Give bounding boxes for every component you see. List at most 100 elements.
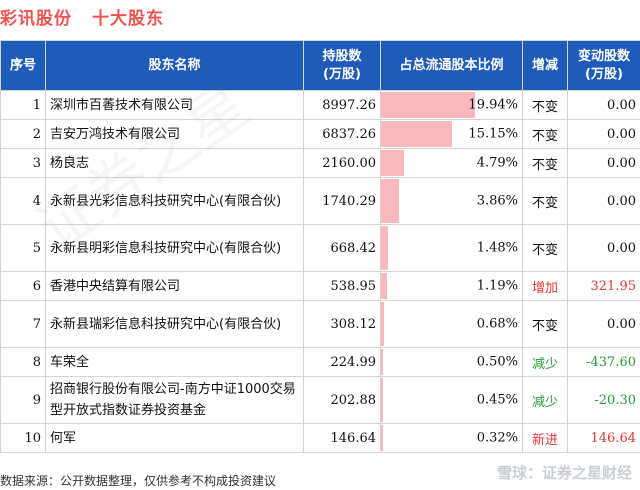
ratio-value: 0.68% [476,316,518,332]
delta-value: 321.95 [567,271,640,301]
holdings-value: 1740.29 [303,177,381,225]
row-index: 8 [0,347,46,377]
ratio-bar [381,179,400,223]
change-status: 不变 [522,148,568,178]
ratio-value: 4.79% [476,155,518,171]
change-status: 不变 [522,224,568,272]
delta-value: 0.00 [567,119,640,149]
row-index: 2 [0,119,46,149]
row-index: 10 [0,423,46,453]
shareholder-name: 杨良志 [45,148,304,178]
ratio-bar [381,349,384,375]
ratio-value: 0.45% [476,392,518,408]
title-bar: 彩讯股份 十大股东 [0,0,640,32]
ratio-cell: 0.32% [380,423,523,453]
row-index: 5 [0,224,46,272]
row-index: 7 [0,300,46,348]
change-status: 不变 [522,300,568,348]
row-index: 3 [0,148,46,178]
ratio-cell: 15.15% [380,119,523,149]
delta-value: 0.00 [567,90,640,120]
change-status: 减少 [522,376,568,424]
shareholder-name: 车荣全 [45,347,304,377]
ratio-bar [381,273,387,299]
top-shareholders-table: 序号 股东名称 持股数 (万股) 占总流通股本比例 增减 变动股数 (万股) 1 深圳… [0,40,640,453]
col-header-holdings-line1: 持股数 [322,48,362,64]
col-header-holdings: 持股数 (万股) [303,40,381,91]
ratio-bar [381,121,453,147]
ratio-cell: 0.68% [380,300,523,348]
ratio-value: 19.94% [468,97,518,113]
table-row: 3 杨良志 2160.00 4.79% 不变 0.00 [0,148,640,178]
ratio-cell: 3.86% [380,177,523,225]
holdings-value: 224.99 [303,347,381,377]
delta-value: 0.00 [567,300,640,348]
holdings-value: 202.88 [303,376,381,424]
delta-value: -20.30 [567,376,640,424]
ratio-bar [381,302,385,346]
delta-value: 146.64 [567,423,640,453]
shareholder-name: 永新县光彩信息科技研究中心(有限合伙) [45,177,304,225]
table-row: 9 招商银行股份有限公司-南方中证1000交易型开放式指数证券投资基金 202.88… [0,376,640,424]
ratio-bar [381,378,384,422]
holdings-value: 538.95 [303,271,381,301]
shareholder-name: 永新县瑞彩信息科技研究中心(有限合伙) [45,300,304,348]
shareholder-name: 吉安万鸿技术有限公司 [45,119,304,149]
shareholder-name: 深圳市百萫技术有限公司 [45,90,304,120]
delta-value: 0.00 [567,177,640,225]
change-status: 不变 [522,177,568,225]
ratio-value: 0.50% [476,354,518,370]
table-row: 6 香港中央结算有限公司 538.95 1.19% 增加 321.95 [0,271,640,301]
change-status: 减少 [522,347,568,377]
change-status: 不变 [522,90,568,120]
table-body: 1 深圳市百萫技术有限公司 8997.26 19.94% 不变 0.00 2 吉安万鸿技术有限… [0,90,640,453]
holdings-value: 668.42 [303,224,381,272]
col-header-delta-line1: 变动股数 [577,48,630,64]
ratio-cell: 0.50% [380,347,523,377]
table-row: 5 永新县明彩信息科技研究中心(有限合伙) 668.42 1.48% 不变 0.00 [0,224,640,272]
delta-value: -437.60 [567,347,640,377]
shareholder-name: 永新县明彩信息科技研究中心(有限合伙) [45,224,304,272]
col-header-delta-line2: (万股) [585,66,623,82]
holdings-value: 308.12 [303,300,381,348]
ratio-cell: 1.19% [380,271,523,301]
change-status: 新进 [522,423,568,453]
holdings-value: 8997.26 [303,90,381,120]
ratio-cell: 19.94% [380,90,523,120]
section-title: 十大股东 [92,9,164,29]
table-header-row: 序号 股东名称 持股数 (万股) 占总流通股本比例 增减 变动股数 (万股) [0,40,640,91]
col-header-holdings-line2: (万股) [323,66,361,82]
row-index: 9 [0,376,46,424]
data-source-note: 数据来源：公开数据整理，仅供参考不构成投资建议 [0,474,277,488]
delta-value: 0.00 [567,148,640,178]
ratio-bar [381,150,404,176]
change-status: 增加 [522,271,568,301]
row-index: 1 [0,90,46,120]
ratio-value: 0.32% [476,430,518,446]
row-index: 6 [0,271,46,301]
table-row: 1 深圳市百萫技术有限公司 8997.26 19.94% 不变 0.00 [0,90,640,120]
ratio-cell: 0.45% [380,376,523,424]
ratio-cell: 1.48% [380,224,523,272]
holdings-value: 6837.26 [303,119,381,149]
col-header-name: 股东名称 [45,40,304,91]
holdings-value: 2160.00 [303,148,381,178]
table-row: 4 永新县光彩信息科技研究中心(有限合伙) 1740.29 3.86% 不变 0.00 [0,177,640,225]
ratio-value: 15.15% [468,126,518,142]
table-row: 7 永新县瑞彩信息科技研究中心(有限合伙) 308.12 0.68% 不变 0.00 [0,300,640,348]
table-row: 8 车荣全 224.99 0.50% 减少 -437.60 [0,347,640,377]
ratio-value: 1.19% [476,278,518,294]
ratio-value: 3.86% [476,193,518,209]
ratio-cell: 4.79% [380,148,523,178]
delta-value: 0.00 [567,224,640,272]
shareholder-name: 香港中央结算有限公司 [45,271,304,301]
holdings-value: 146.64 [303,423,381,453]
row-index: 4 [0,177,46,225]
shareholder-name: 招商银行股份有限公司-南方中证1000交易型开放式指数证券投资基金 [45,376,304,424]
ratio-value: 1.48% [476,240,518,256]
ratio-bar [381,92,475,118]
ratio-bar [381,226,388,270]
col-header-delta: 变动股数 (万股) [567,40,640,91]
company-title: 彩讯股份 [0,9,72,29]
col-header-index: 序号 [0,40,46,91]
